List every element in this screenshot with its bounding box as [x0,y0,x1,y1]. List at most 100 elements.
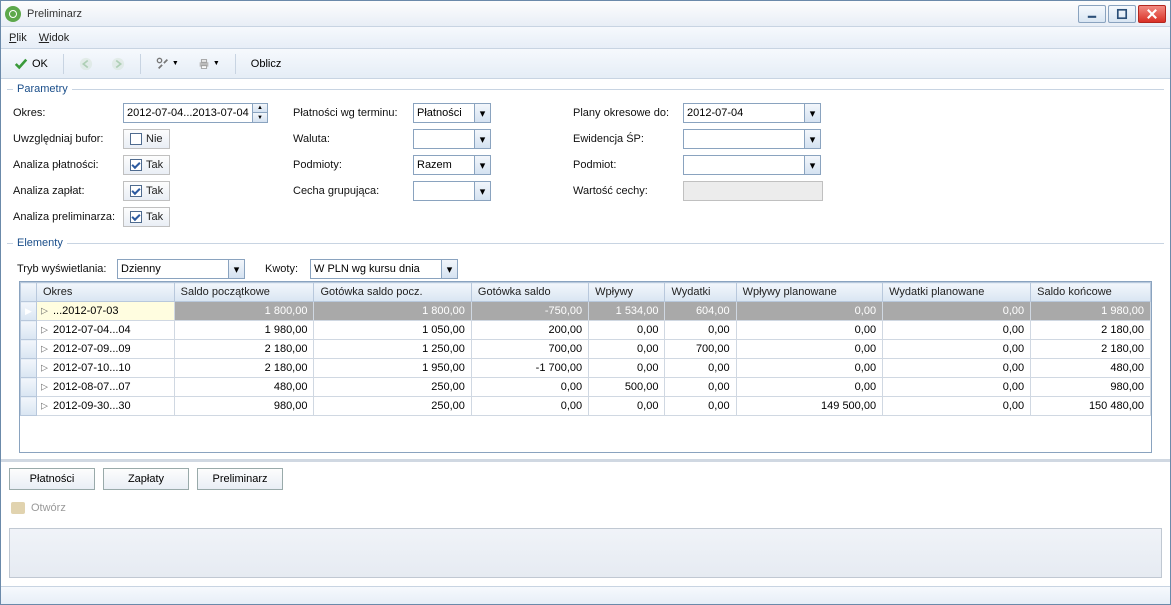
column-header[interactable]: Okres [37,283,175,302]
tools-button[interactable]: ▼ [149,53,186,75]
platnosci-wg-terminu-combo[interactable]: ▾ [413,103,491,123]
analiza-zaplat-toggle[interactable]: Tak [123,181,170,201]
ok-label: OK [32,58,48,70]
maximize-button[interactable] [1108,5,1136,23]
platnosci-wg-terminu-input[interactable] [414,104,474,122]
oblicz-label: Oblicz [251,58,282,70]
cecha-grup-combo[interactable]: ▾ [413,181,491,201]
ewidencja-sp-input[interactable] [684,130,804,148]
chevron-down-icon[interactable]: ▾ [474,182,490,200]
close-button[interactable] [1138,5,1166,23]
column-header[interactable]: Gotówka saldo pocz. [314,283,471,302]
podmioty-label: Podmioty: [293,159,413,171]
parametry-legend: Parametry [13,83,72,95]
minimize-button[interactable] [1078,5,1106,23]
tools-icon [156,57,170,71]
table-row[interactable]: ▷2012-07-09...092 180,001 250,00700,000,… [21,340,1151,359]
plany-okresowe-input[interactable] [684,104,804,122]
analiza-platnosci-label: Analiza płatności: [13,159,123,171]
podmiot-label: Podmiot: [573,159,683,171]
menu-plik[interactable]: Plik [9,32,27,44]
print-button[interactable]: ▼ [190,53,227,75]
spin-down-icon[interactable]: ▼ [253,113,267,122]
ewidencja-sp-combo[interactable]: ▾ [683,129,821,149]
uwzg-bufor-toggle[interactable]: Nie [123,129,170,149]
analiza-prelim-label: Analiza preliminarza: [13,211,123,223]
checkbox-icon [130,185,142,197]
podmioty-combo[interactable]: ▾ [413,155,491,175]
chevron-down-icon[interactable]: ▾ [474,130,490,148]
footer-area: Płatności Zapłaty Preliminarz Otwórz [1,459,1170,524]
zaplaty-button[interactable]: Zapłaty [103,468,189,490]
otworz-button[interactable]: Otwórz [9,498,1162,518]
column-header[interactable]: Saldo końcowe [1031,283,1151,302]
ewidencja-sp-label: Ewidencja ŚP: [573,133,683,145]
oblicz-button[interactable]: Oblicz [244,53,289,75]
chevron-down-icon: ▼ [172,60,179,67]
nav-back-button[interactable] [72,53,100,75]
preliminarz-button[interactable]: Preliminarz [197,468,283,490]
column-header[interactable]: Wpływy planowane [736,283,883,302]
titlebar: Preliminarz [1,1,1170,27]
expand-icon[interactable]: ▷ [41,382,48,393]
expand-icon[interactable]: ▷ [41,306,48,317]
chevron-down-icon[interactable]: ▾ [804,104,820,122]
expand-icon[interactable]: ▷ [41,344,48,355]
analiza-platnosci-toggle[interactable]: Tak [123,155,170,175]
expand-icon[interactable]: ▷ [41,401,48,412]
analiza-zaplat-label: Analiza zapłat: [13,185,123,197]
okres-spinner[interactable]: ▲▼ [253,103,268,123]
analiza-zaplat-text: Tak [146,185,163,197]
podmioty-input[interactable] [414,156,474,174]
expand-icon[interactable]: ▷ [41,363,48,374]
analiza-prelim-text: Tak [146,211,163,223]
kwoty-label: Kwoty: [265,263,310,275]
arrow-right-icon [111,57,125,71]
chevron-down-icon[interactable]: ▾ [441,260,457,278]
chevron-down-icon[interactable]: ▾ [804,156,820,174]
checkbox-icon [130,159,142,171]
table-row[interactable]: ▷2012-07-04...041 980,001 050,00200,000,… [21,321,1151,340]
expand-icon[interactable]: ▷ [41,325,48,336]
tryb-combo[interactable]: ▾ [117,259,245,279]
kwoty-combo[interactable]: ▾ [310,259,458,279]
chevron-down-icon[interactable]: ▾ [474,156,490,174]
podmiot-combo[interactable]: ▾ [683,155,821,175]
table-row[interactable]: ▶▷...2012-07-031 800,001 800,00-750,001 … [21,302,1151,321]
checkbox-icon [130,211,142,223]
analiza-prelim-toggle[interactable]: Tak [123,207,170,227]
chevron-down-icon[interactable]: ▾ [228,260,244,278]
table-row[interactable]: ▷2012-09-30...30980,00250,000,000,000,00… [21,397,1151,416]
cecha-grup-input[interactable] [414,182,474,200]
podmiot-input[interactable] [684,156,804,174]
column-header[interactable]: Wydatki planowane [883,283,1031,302]
column-header[interactable]: Wydatki [665,283,736,302]
waluta-combo[interactable]: ▾ [413,129,491,149]
table-row[interactable]: ▷2012-07-10...102 180,001 950,00-1 700,0… [21,359,1151,378]
data-grid[interactable]: OkresSaldo początkoweGotówka saldo pocz.… [19,281,1152,453]
content-area: Parametry Okres: ▲▼ Uwzględniaj bufor: N… [1,79,1170,604]
nav-fwd-button[interactable] [104,53,132,75]
window-title: Preliminarz [27,8,82,20]
tryb-input[interactable] [118,260,228,278]
column-header[interactable]: Gotówka saldo [471,283,588,302]
toolbar: OK ▼ ▼ Oblicz [1,49,1170,79]
chevron-down-icon[interactable]: ▾ [804,130,820,148]
ok-button[interactable]: OK [7,53,55,75]
menu-widok[interactable]: Widok [39,32,70,44]
cecha-grup-label: Cecha grupująca: [293,185,413,197]
column-header[interactable]: Saldo początkowe [174,283,314,302]
plany-okresowe-combo[interactable]: ▾ [683,103,821,123]
column-header[interactable]: Wpływy [589,283,665,302]
platnosci-wg-terminu-label: Płatności wg terminu: [293,107,413,119]
checkbox-icon [130,133,142,145]
uwzg-bufor-label: Uwzględniaj bufor: [13,133,123,145]
chevron-down-icon[interactable]: ▾ [474,104,490,122]
app-icon [5,6,21,22]
spin-up-icon[interactable]: ▲ [253,104,267,113]
platnosci-button[interactable]: Płatności [9,468,95,490]
waluta-input[interactable] [414,130,474,148]
okres-input[interactable] [123,103,253,123]
kwoty-input[interactable] [311,260,441,278]
table-row[interactable]: ▷2012-08-07...07480,00250,000,00500,000,… [21,378,1151,397]
